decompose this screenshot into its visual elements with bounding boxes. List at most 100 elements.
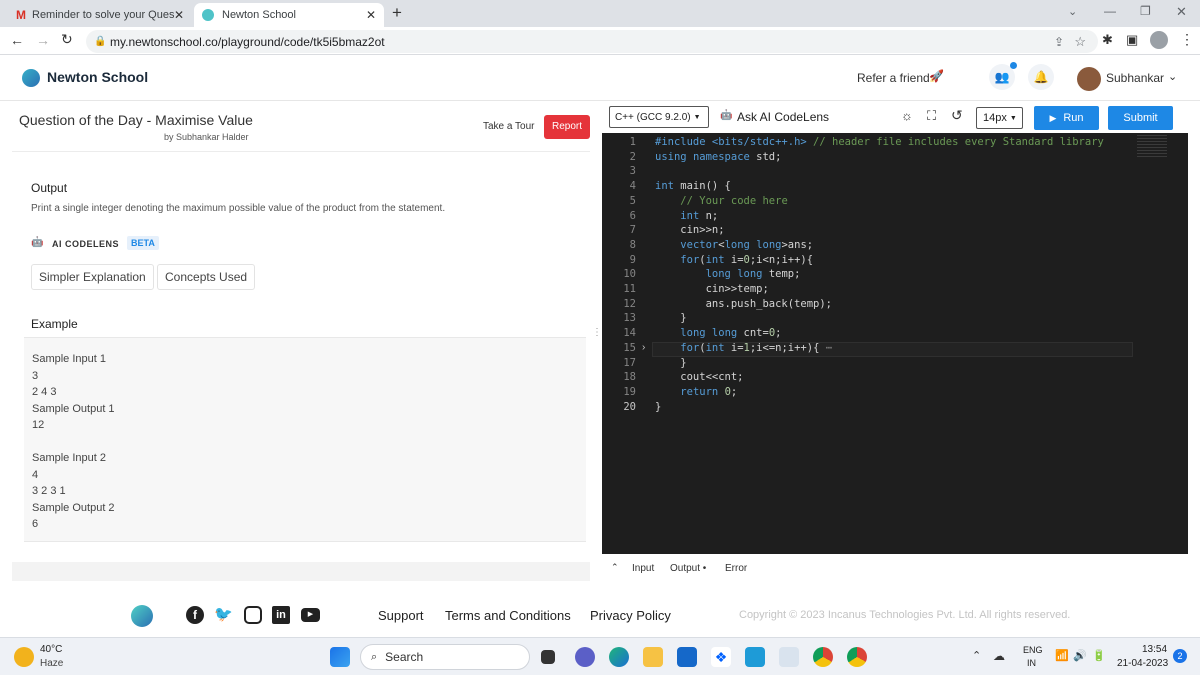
task-view-icon[interactable]: [541, 650, 555, 664]
search-box[interactable]: ⌕ Search: [360, 644, 530, 670]
url-field[interactable]: 🔒 my.newtonschool.co/playground/code/tk5…: [86, 30, 1098, 53]
youtube-icon[interactable]: ▶: [301, 608, 320, 622]
simpler-explanation-button[interactable]: Simpler Explanation: [31, 264, 154, 290]
windows-start-icon[interactable]: [330, 647, 350, 667]
code-line[interactable]: int main() {: [655, 179, 1104, 194]
language-code[interactable]: ENG: [1023, 645, 1043, 655]
tab-gmail[interactable]: M Reminder to solve your Question ✕: [8, 3, 192, 27]
instagram-icon[interactable]: [244, 606, 262, 624]
mail-icon[interactable]: [677, 647, 697, 667]
forward-icon[interactable]: →: [36, 32, 50, 48]
dropbox-icon[interactable]: ❖: [711, 647, 731, 667]
battery-icon[interactable]: 🔋: [1092, 649, 1106, 662]
extensions-icon[interactable]: ✱: [1102, 32, 1113, 48]
code-line[interactable]: }: [655, 311, 1104, 326]
rocket-icon[interactable]: 🚀: [929, 69, 944, 83]
twitter-icon[interactable]: 🐦: [214, 605, 233, 623]
restore-icon[interactable]: ❐: [1140, 4, 1151, 18]
edge-icon[interactable]: [609, 647, 629, 667]
user-name[interactable]: Subhankar: [1106, 71, 1164, 85]
newton-logo-icon[interactable]: [22, 69, 40, 87]
brand-name[interactable]: Newton School: [47, 69, 148, 85]
refer-link[interactable]: Refer a friend: [857, 71, 930, 85]
chat-icon[interactable]: [575, 647, 595, 667]
clock-date[interactable]: 21-04-2023: [1117, 658, 1168, 669]
code-line[interactable]: cin>>n;: [655, 223, 1104, 238]
close-icon[interactable]: ✕: [174, 8, 184, 22]
chevron-down-icon[interactable]: ⌄: [1068, 5, 1077, 18]
chrome-profile-icon[interactable]: [847, 647, 867, 667]
close-icon[interactable]: ✕: [366, 8, 376, 22]
weather-icon[interactable]: [14, 647, 34, 667]
volume-icon[interactable]: 🔊: [1073, 649, 1087, 662]
code-line[interactable]: for(int i=0;i<n;i++){: [655, 253, 1104, 268]
take-tour-button[interactable]: Take a Tour: [483, 121, 535, 132]
profile-avatar[interactable]: [1150, 31, 1168, 49]
clock-time[interactable]: 13:54: [1142, 644, 1167, 655]
code-line[interactable]: return 0;: [655, 385, 1104, 400]
code-line[interactable]: vector<long long>ans;: [655, 238, 1104, 253]
chrome-icon[interactable]: [813, 647, 833, 667]
facebook-icon[interactable]: f: [186, 606, 204, 624]
chevron-up-icon[interactable]: ⌃: [972, 649, 981, 662]
close-window-icon[interactable]: ✕: [1176, 4, 1187, 20]
fullscreen-icon[interactable]: ⛶: [927, 108, 936, 124]
code-line[interactable]: int n;: [655, 209, 1104, 224]
back-icon[interactable]: ←: [10, 32, 24, 48]
fold-chevron-icon[interactable]: ›: [642, 342, 645, 353]
code-line[interactable]: ans.push_back(temp);: [655, 297, 1104, 312]
tab-output[interactable]: Output •: [670, 563, 706, 574]
run-button[interactable]: ▶ Run: [1034, 106, 1099, 130]
report-button[interactable]: Report: [544, 115, 590, 139]
bell-icon[interactable]: 🔔: [1028, 64, 1054, 90]
code-area[interactable]: 1 2 3 4 5 6 7 8 9 10 11 12 13 14 15 17 18 19 20 › #include…: [602, 135, 1188, 550]
code-line[interactable]: }: [655, 400, 1104, 415]
new-tab-icon[interactable]: +: [392, 3, 402, 23]
code-line[interactable]: long long temp;: [655, 267, 1104, 282]
code-line[interactable]: [655, 164, 1104, 179]
support-link[interactable]: Support: [378, 608, 424, 623]
weather-label[interactable]: Haze: [40, 658, 63, 669]
minimize-icon[interactable]: —: [1104, 4, 1116, 18]
tab-input[interactable]: Input: [632, 563, 654, 574]
code-line[interactable]: // Your code here: [655, 194, 1104, 209]
concepts-used-button[interactable]: Concepts Used: [157, 264, 256, 290]
code-line[interactable]: using namespace std;: [655, 150, 1104, 165]
share-icon[interactable]: ⇪: [1054, 35, 1064, 49]
region-code[interactable]: IN: [1027, 658, 1036, 668]
mysql-icon[interactable]: [745, 647, 765, 667]
onedrive-icon[interactable]: ☁: [993, 649, 1005, 663]
privacy-link[interactable]: Privacy Policy: [590, 608, 671, 623]
font-size-select[interactable]: 14px ▼: [976, 107, 1023, 129]
code-text[interactable]: #include <bits/stdc++.h> // header file …: [655, 135, 1104, 414]
chevron-down-icon[interactable]: ⌄: [1168, 70, 1177, 83]
code-line[interactable]: }: [655, 356, 1104, 371]
language-select[interactable]: C++ (GCC 9.2.0) ▼: [609, 106, 709, 128]
sidepanel-icon[interactable]: ▣: [1126, 32, 1138, 48]
avatar[interactable]: [1077, 67, 1101, 91]
submit-button[interactable]: Submit: [1108, 106, 1173, 130]
code-line[interactable]: #include <bits/stdc++.h> // header file …: [655, 135, 1104, 150]
code-line[interactable]: cin>>temp;: [655, 282, 1104, 297]
resize-handle[interactable]: ⋮: [592, 328, 602, 350]
star-icon[interactable]: ☆: [1074, 34, 1086, 50]
terms-link[interactable]: Terms and Conditions: [445, 608, 571, 623]
reset-icon[interactable]: ↺: [951, 107, 963, 124]
newton-logo-icon[interactable]: [131, 605, 153, 627]
code-line[interactable]: long long cnt=0;: [655, 326, 1104, 341]
linkedin-icon[interactable]: in: [272, 606, 290, 624]
chevron-up-icon[interactable]: ⌃: [611, 562, 619, 573]
code-line[interactable]: cout<<cnt;: [655, 370, 1104, 385]
code-line[interactable]: for(int i=1;i<=n;i++){ ⋯: [655, 341, 1104, 356]
tab-newton[interactable]: Newton School ✕: [194, 3, 384, 27]
reload-icon[interactable]: ↻: [61, 31, 73, 48]
tab-error[interactable]: Error: [725, 563, 747, 574]
temperature[interactable]: 40°C: [40, 644, 62, 655]
ask-ai-button[interactable]: Ask AI CodeLens: [737, 110, 829, 124]
file-explorer-icon[interactable]: [643, 647, 663, 667]
menu-icon[interactable]: ⋮: [1180, 31, 1194, 48]
notepad-icon[interactable]: [779, 647, 799, 667]
wifi-icon[interactable]: 📶: [1055, 649, 1069, 662]
brightness-icon[interactable]: ☼: [901, 108, 913, 123]
notification-badge[interactable]: 2: [1173, 649, 1187, 663]
